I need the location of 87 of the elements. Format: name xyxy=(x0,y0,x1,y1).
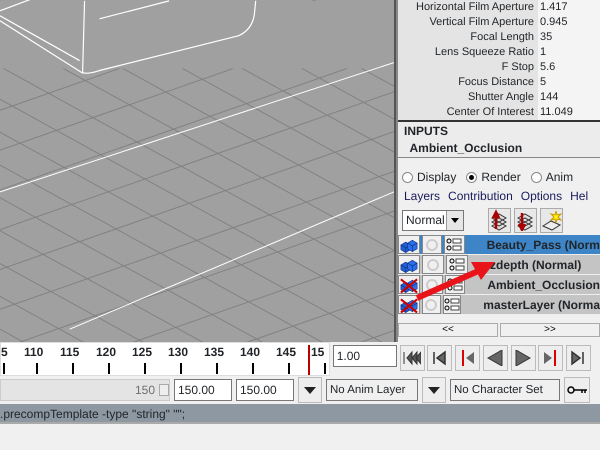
slider-handle[interactable] xyxy=(159,384,169,396)
new-layer-icon xyxy=(541,209,562,231)
end-time-field[interactable]: 150.00 xyxy=(236,379,294,401)
playback-button[interactable] xyxy=(400,344,424,371)
attribute-value[interactable]: 5 xyxy=(538,75,600,90)
layer-row[interactable]: masterLayer (Norma xyxy=(398,295,600,315)
current-frame-field[interactable]: 1.00 xyxy=(332,344,397,367)
menu-item[interactable]: Layers xyxy=(404,187,440,205)
toolbar-button[interactable] xyxy=(514,208,537,232)
attribute-label: Lens Squeeze Ratio xyxy=(434,45,535,60)
attribute-label: F Stop xyxy=(500,60,535,75)
attribute-label: Shutter Angle xyxy=(466,90,535,105)
layer-row[interactable]: Ambient_Occlusion xyxy=(398,275,600,295)
mode-radio[interactable]: Display xyxy=(402,168,456,186)
blend-mode-dropdown[interactable]: Normal xyxy=(402,210,464,230)
playback-button[interactable] xyxy=(566,344,591,371)
mode-radio[interactable]: Anim xyxy=(530,168,574,186)
page-button[interactable]: << xyxy=(398,323,498,337)
key-icon xyxy=(567,386,587,394)
section-heading: INPUTS xyxy=(404,123,450,140)
settings-icon xyxy=(446,278,463,292)
frame-tick-label: 145 xyxy=(271,343,307,375)
render-settings-button[interactable] xyxy=(446,255,468,274)
attribute-value[interactable]: 5.6 xyxy=(538,60,600,75)
attribute-value[interactable]: 144 xyxy=(538,90,600,105)
page-button[interactable]: >> xyxy=(500,323,600,337)
dropdown-button[interactable] xyxy=(298,377,322,403)
attribute-value[interactable]: 1.417 xyxy=(538,0,600,15)
attribute-label: Center Of Interest xyxy=(446,105,535,120)
attribute-value[interactable]: 35 xyxy=(538,30,600,45)
cycle-icon xyxy=(426,258,440,272)
caret-icon xyxy=(304,386,316,394)
attribute-value[interactable]: 0.945 xyxy=(538,15,600,30)
menu-item[interactable]: Contribution xyxy=(448,187,513,205)
playback-button[interactable] xyxy=(427,344,452,371)
settings-icon xyxy=(444,298,460,312)
render-settings-button[interactable] xyxy=(444,235,465,254)
frame-tick-label: 140 xyxy=(235,343,271,375)
caret-icon xyxy=(428,386,440,394)
playback-button[interactable] xyxy=(538,344,564,371)
toolbar-button[interactable] xyxy=(488,208,511,232)
range-slider[interactable]: 150 xyxy=(0,379,170,401)
playback-button[interactable] xyxy=(482,344,508,371)
time-slider[interactable]: 5 110 115 120 125 130 135 140 145 15 xyxy=(0,342,330,376)
frame-tick-label: 125 xyxy=(127,343,163,375)
playback-button[interactable] xyxy=(510,344,536,371)
frame-tick-label: 15 xyxy=(307,343,329,375)
attribute-label: Focus Distance xyxy=(457,75,535,90)
anim-layer-field[interactable]: No Anim Layer xyxy=(326,379,418,401)
attribute-value[interactable]: 1 xyxy=(538,45,600,60)
attribute-label: Horizontal Film Aperture xyxy=(415,0,535,15)
mode-radio[interactable]: Render xyxy=(466,168,521,186)
layer-row[interactable]: Beauty_Pass (Norm xyxy=(398,235,600,255)
playback-toggle[interactable] xyxy=(422,235,442,254)
range-slider-label: 150 xyxy=(134,382,155,399)
menu-item[interactable]: Hel xyxy=(570,187,588,205)
attribute-value[interactable]: 11.049 xyxy=(538,105,600,120)
toolbar-button[interactable] xyxy=(540,208,563,232)
frame-tick-label: 130 xyxy=(163,343,199,375)
caret-icon xyxy=(451,218,459,222)
settings-icon xyxy=(446,238,462,252)
frame-tick-label: 5 xyxy=(1,343,19,375)
attribute-label: Focal Length xyxy=(469,30,535,45)
cycle-icon xyxy=(425,238,440,252)
attribute-label: Vertical Film Aperture xyxy=(428,15,535,30)
frame-tick-label: 135 xyxy=(199,343,235,375)
start-time-field[interactable]: 150.00 xyxy=(174,379,232,401)
play-backward-icon xyxy=(486,350,504,366)
playback-toggle[interactable] xyxy=(422,255,444,274)
key-button[interactable] xyxy=(564,377,590,403)
menu-item[interactable]: Options xyxy=(520,187,562,205)
frame-tick-label: 110 xyxy=(19,343,55,375)
cycle-icon xyxy=(425,278,440,292)
step-back-icon xyxy=(430,350,449,366)
input-node[interactable]: Ambient_Occlusion xyxy=(404,140,594,157)
settings-icon xyxy=(449,258,465,272)
render-settings-button[interactable] xyxy=(442,295,462,314)
playback-button[interactable] xyxy=(455,344,480,371)
dropdown-button[interactable] xyxy=(422,377,446,403)
frame-tick-label: 115 xyxy=(55,343,91,375)
playback-toggle[interactable] xyxy=(422,295,441,314)
command-output: .precompTemplate -type "string" ""; xyxy=(0,404,600,424)
cycle-icon xyxy=(424,298,438,312)
skip-to-start-icon xyxy=(403,350,421,366)
frame-tick-label: 120 xyxy=(91,343,127,375)
character-set-field[interactable]: No Character Set xyxy=(450,379,560,401)
play-forward-icon xyxy=(514,350,532,366)
